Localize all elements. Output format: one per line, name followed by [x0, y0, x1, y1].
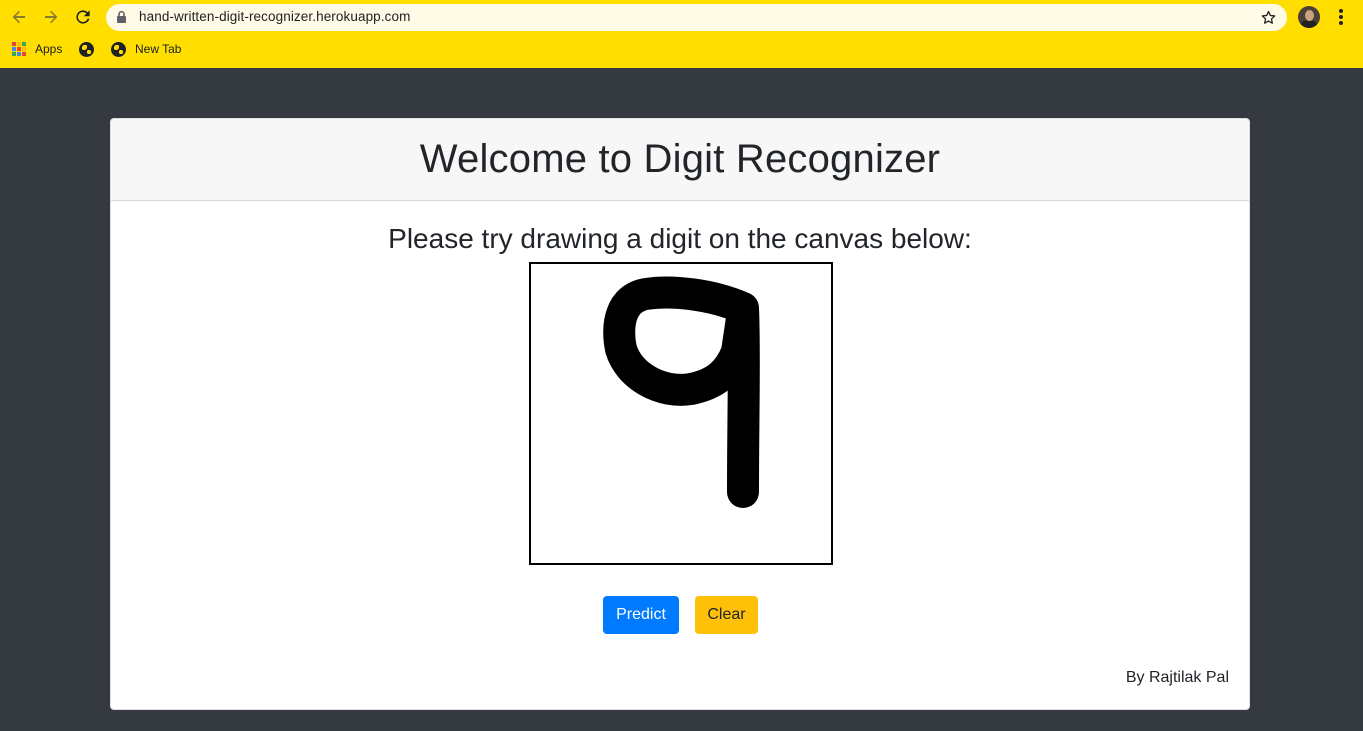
bookmark-apps[interactable]: Apps — [12, 38, 62, 60]
reload-icon — [76, 10, 90, 24]
drawing-canvas[interactable] — [529, 262, 833, 565]
drawn-digit-stroke — [603, 276, 760, 508]
forward-arrow-icon — [45, 10, 58, 24]
browser-toolbar: hand-written-digit-recognizer.herokuapp.… — [0, 0, 1363, 68]
bookmarks-bar: Apps New Tab — [0, 38, 400, 60]
lock-icon — [117, 10, 126, 23]
bookmark-label: New Tab — [135, 42, 182, 56]
page-title: Welcome to Digit Recognizer — [419, 137, 941, 181]
forward-button[interactable] — [39, 5, 63, 29]
recognizer-card: Welcome to Digit Recognizer Please try d… — [110, 118, 1250, 710]
browser-menu-icon[interactable] — [1334, 7, 1348, 27]
bookmark-globe[interactable] — [79, 38, 103, 60]
instruction-text: Please try drawing a digit on the canvas… — [388, 223, 972, 254]
bookmark-label: Apps — [35, 42, 63, 56]
reload-button[interactable] — [71, 5, 95, 29]
back-button[interactable] — [7, 5, 31, 29]
globe-icon — [111, 41, 126, 57]
bookmark-star-icon[interactable] — [1260, 9, 1277, 26]
author-credit: By Rajtilak Pal — [1125, 669, 1229, 686]
bookmark-new-tab[interactable]: New Tab — [111, 38, 181, 60]
card-header: Welcome to Digit Recognizer — [111, 119, 1249, 201]
back-arrow-icon — [12, 10, 25, 24]
globe-icon — [79, 41, 94, 57]
predict-button[interactable]: Predict — [603, 596, 679, 634]
address-bar[interactable]: hand-written-digit-recognizer.herokuapp.… — [106, 4, 1287, 31]
apps-grid-icon — [12, 42, 26, 56]
url-text: hand-written-digit-recognizer.herokuapp.… — [139, 9, 411, 24]
profile-avatar[interactable] — [1298, 6, 1320, 28]
clear-button[interactable]: Clear — [695, 596, 758, 634]
